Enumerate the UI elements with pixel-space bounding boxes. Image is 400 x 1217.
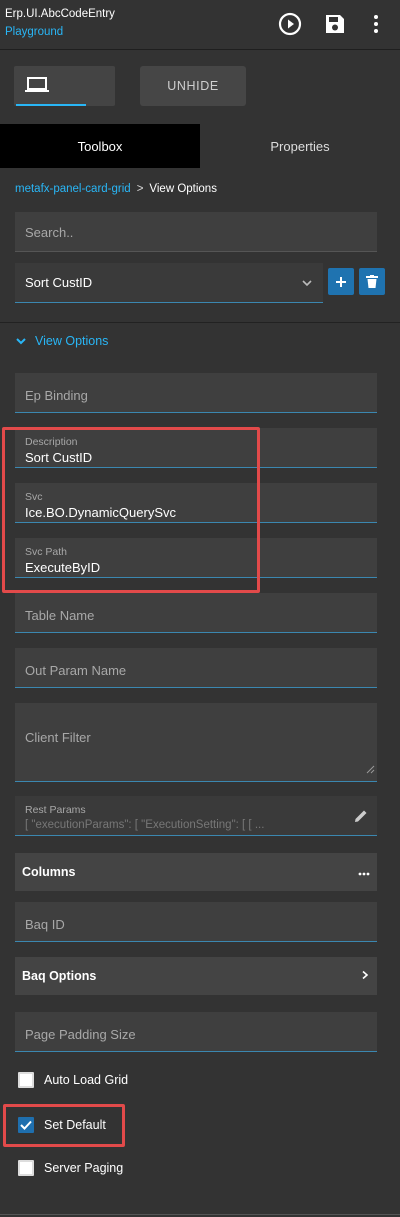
table-name-field[interactable]: Table Name <box>15 593 377 633</box>
server-paging-checkbox[interactable]: Server Paging <box>18 1160 123 1176</box>
view-options-section-toggle[interactable]: View Options <box>15 334 108 348</box>
highlight-box <box>3 1104 125 1147</box>
app-title: Erp.UI.AbcCodeEntry <box>5 8 115 20</box>
client-filter-textarea[interactable]: Client Filter <box>15 703 377 782</box>
ellipsis-icon[interactable] <box>358 863 370 881</box>
divider <box>0 322 400 323</box>
columns-bar[interactable]: Columns <box>15 853 377 891</box>
trash-icon <box>366 275 378 288</box>
breadcrumb-current: View Options <box>149 183 217 195</box>
out-param-name-field[interactable]: Out Param Name <box>15 648 377 688</box>
save-icon[interactable] <box>322 11 348 37</box>
baq-id-placeholder: Baq ID <box>25 917 65 932</box>
chevron-down-icon <box>301 276 313 294</box>
search-input[interactable]: Search.. <box>15 212 377 252</box>
ep-binding-field[interactable]: Ep Binding <box>15 373 377 413</box>
chevron-right-icon <box>360 967 370 985</box>
active-underline <box>16 104 86 106</box>
page-padding-size-field[interactable]: Page Padding Size <box>15 1012 377 1052</box>
resize-grip-icon[interactable] <box>366 761 375 779</box>
checkbox-box[interactable] <box>18 1160 34 1176</box>
play-icon[interactable] <box>277 11 303 37</box>
columns-label: Columns <box>22 865 76 879</box>
baq-id-field[interactable]: Baq ID <box>15 902 377 942</box>
rest-params-value: [ "executionParams": [ "ExecutionSetting… <box>25 819 265 831</box>
app-header: Erp.UI.AbcCodeEntry Playground <box>0 0 400 50</box>
tab-toolbox[interactable]: Toolbox <box>0 124 200 168</box>
bottom-divider <box>0 1214 400 1215</box>
plus-icon <box>336 276 346 287</box>
out-param-name-placeholder: Out Param Name <box>25 663 127 678</box>
tab-properties[interactable]: Properties <box>200 124 400 168</box>
app-subtitle[interactable]: Playground <box>5 26 63 38</box>
more-vertical-icon[interactable] <box>363 11 389 37</box>
auto-load-grid-checkbox[interactable]: Auto Load Grid <box>18 1072 128 1088</box>
chevron-down-icon <box>16 338 26 345</box>
device-laptop-button[interactable] <box>14 66 115 106</box>
pencil-icon[interactable] <box>353 808 369 829</box>
breadcrumb-link[interactable]: metafx-panel-card-grid <box>15 183 131 195</box>
rest-params-field[interactable]: Rest Params [ "executionParams": [ "Exec… <box>15 796 377 836</box>
breadcrumb: metafx-panel-card-grid > View Options <box>15 183 217 195</box>
view-select[interactable]: Sort CustID <box>15 263 323 303</box>
panel-tabs: Toolbox Properties <box>0 124 400 168</box>
checkbox-label: Server Paging <box>44 1161 124 1175</box>
highlight-box <box>2 427 260 593</box>
delete-button[interactable] <box>359 268 385 295</box>
baq-options-label: Baq Options <box>22 969 97 983</box>
page-padding-size-placeholder: Page Padding Size <box>25 1027 136 1042</box>
checkbox-label: Auto Load Grid <box>44 1073 129 1087</box>
laptop-icon <box>25 75 49 100</box>
table-name-placeholder: Table Name <box>25 608 95 623</box>
device-toolbar: UNHIDE <box>0 51 400 123</box>
ep-binding-placeholder: Ep Binding <box>25 388 88 403</box>
view-select-value: Sort CustID <box>25 275 93 290</box>
unhide-button[interactable]: UNHIDE <box>140 66 246 106</box>
client-filter-placeholder: Client Filter <box>25 730 91 745</box>
search-placeholder: Search.. <box>25 225 74 240</box>
rest-params-label: Rest Params <box>25 804 86 816</box>
breadcrumb-separator: > <box>136 183 144 195</box>
baq-options-bar[interactable]: Baq Options <box>15 957 377 995</box>
add-button[interactable] <box>328 268 354 295</box>
section-label: View Options <box>35 334 109 348</box>
checkbox-box[interactable] <box>18 1072 34 1088</box>
